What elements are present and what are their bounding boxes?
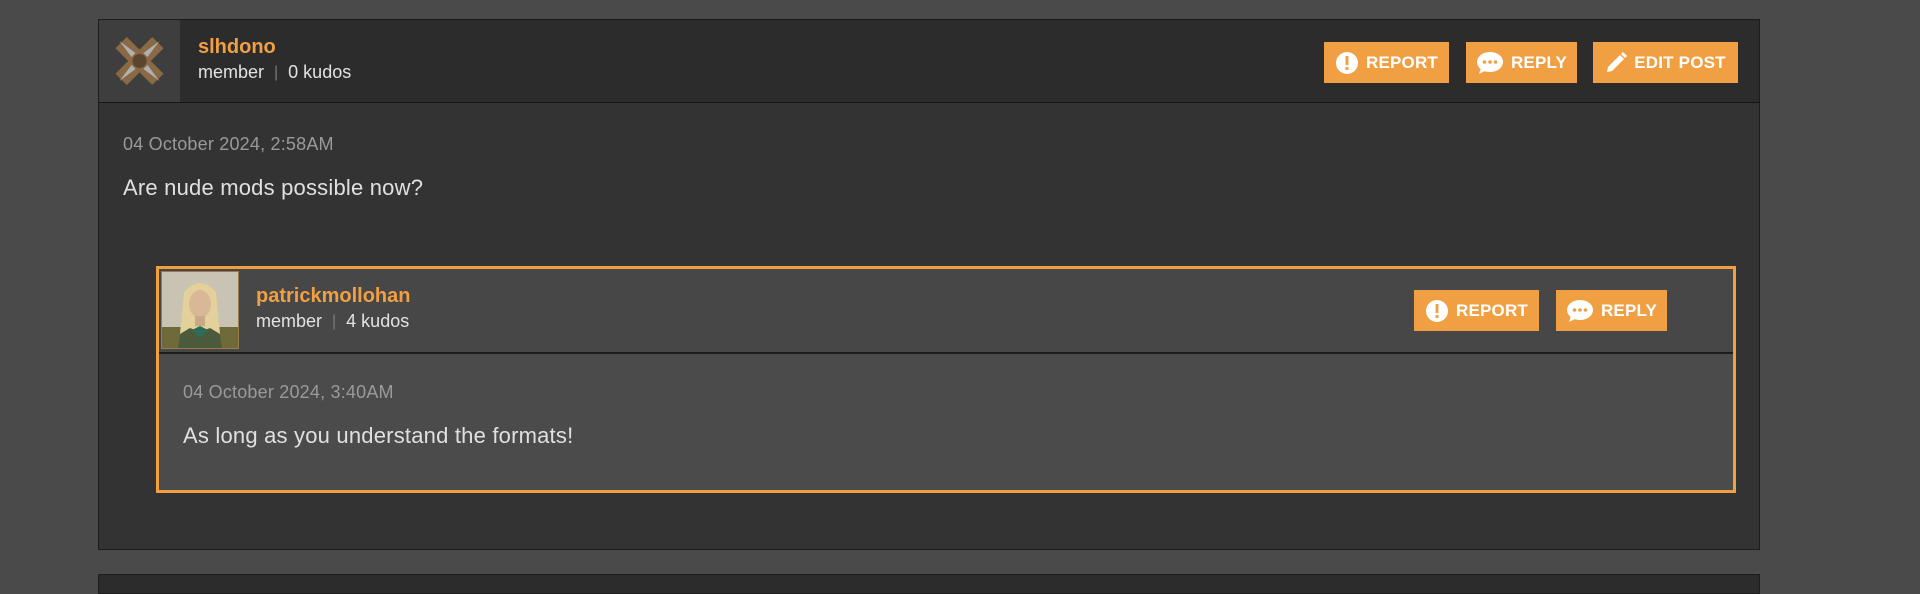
reply-author-kudos: 4 kudos — [346, 311, 410, 331]
post-body: Are nude mods possible now? — [123, 175, 424, 200]
reply-author-role: member — [256, 311, 323, 331]
report-button-label: REPORT — [1365, 52, 1439, 72]
avatar[interactable] — [99, 20, 180, 102]
quoted-reply: patrickmollohan member | 4 kudos REPORT … — [156, 266, 1736, 493]
avatar[interactable] — [161, 271, 239, 349]
reply-button-label: REPLY — [1510, 52, 1568, 72]
speech-bubble-icon — [1566, 299, 1594, 323]
edit-post-button-label: EDIT POST — [1634, 52, 1726, 72]
reply-report-button[interactable]: REPORT — [1414, 290, 1539, 331]
post-author-kudos: 0 kudos — [288, 62, 352, 82]
reply-author-meta: member | 4 kudos — [256, 311, 409, 332]
pencil-icon — [1605, 51, 1628, 74]
user-portrait-icon — [162, 272, 238, 348]
meta-separator: | — [332, 312, 337, 330]
post-author-meta: member | 0 kudos — [198, 62, 351, 83]
reply-report-button-label: REPORT — [1455, 300, 1529, 320]
post-author-role: member — [198, 62, 265, 82]
next-post-header — [98, 574, 1760, 594]
report-button[interactable]: REPORT — [1324, 42, 1449, 83]
reply-reply-button[interactable]: REPLY — [1556, 290, 1667, 331]
reply-body: As long as you understand the formats! — [183, 423, 574, 448]
exclamation-circle-icon — [1335, 51, 1359, 75]
speech-bubble-icon — [1476, 51, 1504, 75]
reply-header: patrickmollohan member | 4 kudos REPORT … — [159, 269, 1733, 354]
post-author-username[interactable]: slhdono — [198, 36, 276, 59]
post-timestamp: 04 October 2024, 2:58AM — [123, 134, 334, 154]
reply-timestamp: 04 October 2024, 3:40AM — [183, 382, 394, 402]
reply-author-username[interactable]: patrickmollohan — [256, 285, 410, 308]
edit-post-button[interactable]: EDIT POST — [1593, 42, 1738, 83]
post-header: slhdono member | 0 kudos REPORT REPLY ED… — [99, 20, 1759, 103]
reply-button[interactable]: REPLY — [1466, 42, 1577, 83]
forum-post: slhdono member | 0 kudos REPORT REPLY ED… — [98, 19, 1760, 550]
exclamation-circle-icon — [1425, 299, 1449, 323]
meta-separator: | — [274, 63, 279, 81]
reply-reply-button-label: REPLY — [1600, 300, 1658, 320]
default-avatar-icon — [99, 20, 180, 102]
